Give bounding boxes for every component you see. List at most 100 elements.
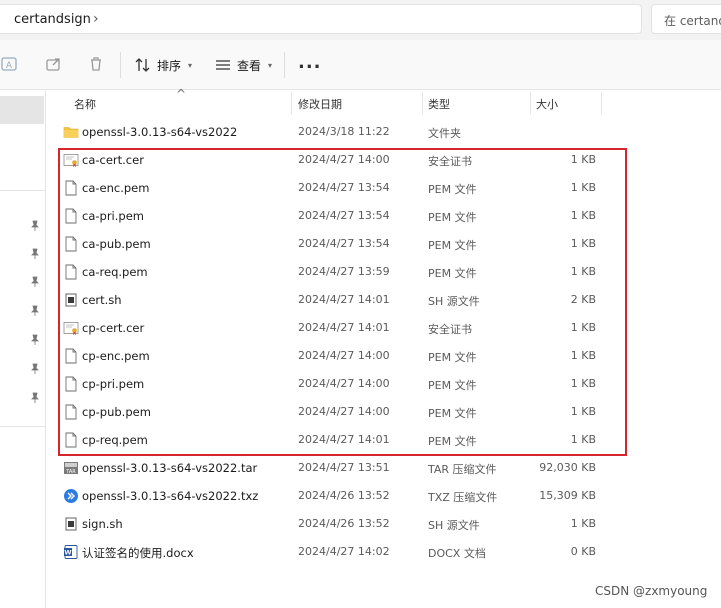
- file-name: 认证签名的使用.docx: [82, 546, 194, 560]
- pin-icon[interactable]: [30, 248, 40, 260]
- navigation-pane: [0, 90, 46, 608]
- nav-item-selected[interactable]: [0, 96, 44, 124]
- column-size[interactable]: 大小: [536, 96, 558, 112]
- file-row[interactable]: ca-cert.cer 2024/4/27 14:00 安全证书 1 KB: [46, 146, 721, 174]
- svg-text:W: W: [64, 549, 71, 557]
- file-type: PEM 文件: [428, 267, 477, 280]
- file-type: DOCX 文档: [428, 547, 486, 560]
- file-date: 2024/4/27 13:51: [298, 461, 390, 474]
- chevron-right-icon[interactable]: ›: [93, 11, 99, 27]
- view-icon: [216, 60, 230, 70]
- file-name: sign.sh: [82, 517, 123, 531]
- delete-icon[interactable]: [86, 54, 106, 74]
- column-name[interactable]: 名称: [74, 96, 96, 112]
- file-icon: [63, 264, 79, 280]
- file-row[interactable]: openssl-3.0.13-s64-vs2022.txz 2024/4/26 1…: [46, 482, 721, 510]
- file-icon: [63, 180, 79, 196]
- file-row[interactable]: cp-enc.pem 2024/4/27 14:00 PEM 文件 1 KB: [46, 342, 721, 370]
- file-name: ca-cert.cer: [82, 153, 144, 167]
- file-size: 1 KB: [570, 377, 596, 390]
- sort-icon: [135, 58, 150, 72]
- pin-icon[interactable]: [30, 305, 40, 317]
- column-date[interactable]: 修改日期: [298, 96, 342, 112]
- file-row[interactable]: ca-pri.pem 2024/4/27 13:54 PEM 文件 1 KB: [46, 202, 721, 230]
- file-name: cp-enc.pem: [82, 349, 150, 363]
- file-row[interactable]: sign.sh 2024/4/26 13:52 SH 源文件 1 KB: [46, 510, 721, 538]
- file-size: 1 KB: [570, 321, 596, 334]
- search-input[interactable]: 在 certand: [651, 4, 721, 34]
- file-date: 2024/4/27 13:54: [298, 209, 390, 222]
- sort-button[interactable]: 排序 ▾: [134, 52, 192, 78]
- file-type: PEM 文件: [428, 407, 477, 420]
- file-name: openssl-3.0.13-s64-vs2022.tar: [82, 461, 258, 475]
- breadcrumb-certandsign[interactable]: certandsign: [14, 12, 91, 27]
- file-size: 1 KB: [570, 153, 596, 166]
- file-size: 92,030 KB: [539, 461, 596, 474]
- file-name: ca-pub.pem: [82, 237, 151, 251]
- file-type: PEM 文件: [428, 351, 477, 364]
- file-row[interactable]: cert.sh 2024/4/27 14:01 SH 源文件 2 KB: [46, 286, 721, 314]
- file-type: SH 源文件: [428, 295, 480, 308]
- file-name: cp-cert.cer: [82, 321, 145, 335]
- file-row[interactable]: TAR openssl-3.0.13-s64-vs2022.tar 2024/4/2…: [46, 454, 721, 482]
- file-row[interactable]: cp-cert.cer 2024/4/27 14:01 安全证书 1 KB: [46, 314, 721, 342]
- file-size: 0 KB: [570, 545, 596, 558]
- view-label: 查看: [237, 58, 262, 73]
- file-row[interactable]: cp-pri.pem 2024/4/27 14:00 PEM 文件 1 KB: [46, 370, 721, 398]
- file-icon: [63, 404, 79, 420]
- title-bar: certandsign › 在 certand: [0, 0, 721, 40]
- file-type: SH 源文件: [428, 519, 480, 532]
- sort-label: 排序: [157, 58, 182, 73]
- chevron-down-icon: ▾: [268, 60, 273, 70]
- column-divider[interactable]: [291, 92, 292, 114]
- file-type: PEM 文件: [428, 183, 477, 196]
- pin-icon[interactable]: [30, 363, 40, 375]
- search-placeholder: 在 certand: [664, 14, 721, 28]
- file-row[interactable]: cp-req.pem 2024/4/27 14:01 PEM 文件 1 KB: [46, 426, 721, 454]
- rename-icon[interactable]: A: [0, 54, 20, 74]
- word-doc-icon: W: [63, 544, 79, 560]
- file-name: ca-pri.pem: [82, 209, 144, 223]
- certificate-icon: [63, 152, 79, 168]
- file-row[interactable]: openssl-3.0.13-s64-vs2022 2024/3/18 11:22…: [46, 118, 721, 146]
- watermark: CSDN @zxmyoung: [595, 584, 708, 598]
- script-icon: [63, 516, 79, 532]
- pin-icon[interactable]: [30, 276, 40, 288]
- file-type: TAR 压缩文件: [428, 463, 497, 476]
- svg-text:A: A: [6, 61, 13, 71]
- file-name: cp-pub.pem: [82, 405, 151, 419]
- column-divider[interactable]: [530, 92, 531, 114]
- file-date: 2024/4/27 14:00: [298, 405, 390, 418]
- address-bar[interactable]: certandsign ›: [0, 4, 642, 34]
- file-type: PEM 文件: [428, 379, 477, 392]
- view-button[interactable]: 查看 ▾: [214, 52, 272, 78]
- file-size: 1 KB: [570, 265, 596, 278]
- file-date: 2024/4/27 14:00: [298, 153, 390, 166]
- file-icon: [63, 236, 79, 252]
- file-size: 1 KB: [570, 209, 596, 222]
- file-date: 2024/4/26 13:52: [298, 489, 390, 502]
- more-options-button[interactable]: ...: [298, 52, 322, 73]
- script-icon: [63, 292, 79, 308]
- pin-icon[interactable]: [30, 220, 40, 232]
- pin-icon[interactable]: [30, 392, 40, 404]
- file-date: 2024/4/27 13:59: [298, 265, 390, 278]
- file-name: ca-req.pem: [82, 265, 148, 279]
- column-type[interactable]: 类型: [428, 96, 450, 112]
- share-icon[interactable]: [44, 54, 64, 74]
- file-name: openssl-3.0.13-s64-vs2022: [82, 125, 238, 139]
- file-row[interactable]: W 认证签名的使用.docx 2024/4/27 14:02 DOCX 文档 0 KB: [46, 538, 721, 566]
- file-icon: [63, 208, 79, 224]
- file-date: 2024/3/18 11:22: [298, 125, 390, 138]
- file-row[interactable]: ca-req.pem 2024/4/27 13:59 PEM 文件 1 KB: [46, 258, 721, 286]
- file-row[interactable]: ca-pub.pem 2024/4/27 13:54 PEM 文件 1 KB: [46, 230, 721, 258]
- file-date: 2024/4/26 13:52: [298, 517, 390, 530]
- file-row[interactable]: ca-enc.pem 2024/4/27 13:54 PEM 文件 1 KB: [46, 174, 721, 202]
- folder-icon: [63, 124, 79, 140]
- file-date: 2024/4/27 14:00: [298, 349, 390, 362]
- pin-icon[interactable]: [30, 334, 40, 346]
- file-row[interactable]: cp-pub.pem 2024/4/27 14:00 PEM 文件 1 KB: [46, 398, 721, 426]
- column-divider[interactable]: [601, 92, 602, 114]
- file-type: PEM 文件: [428, 435, 477, 448]
- column-divider[interactable]: [422, 92, 423, 114]
